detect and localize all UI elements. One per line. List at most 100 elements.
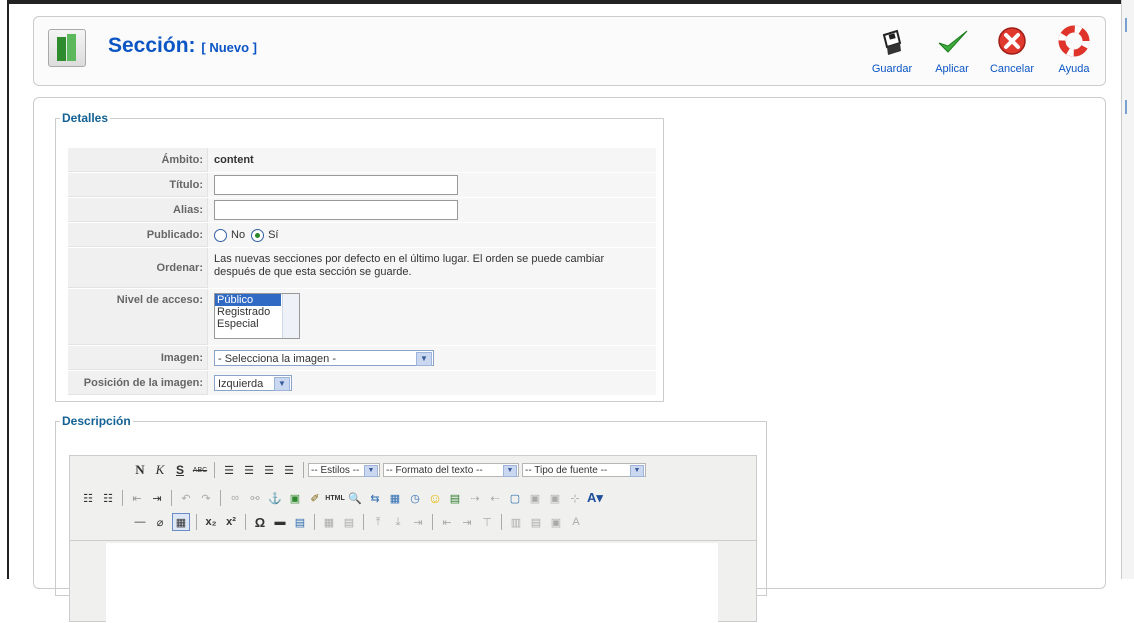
insert-row-before-icon[interactable]: ⤒ [370,514,386,530]
alias-row: Alias: [68,198,656,223]
font-family-select[interactable]: -- Tipo de fuente -- ▼ [522,463,646,477]
delete-col-icon[interactable]: ⊤ [479,514,495,530]
find-icon[interactable]: 🔍 [347,490,363,506]
save-icon [875,25,909,59]
outdent-icon[interactable]: ⇤ [129,490,145,506]
replace-icon[interactable]: ⇆ [367,490,383,506]
cancel-button[interactable]: Cancelar [984,25,1040,75]
superscript-icon[interactable]: x² [223,514,239,530]
insert-time-icon[interactable]: ◷ [407,490,423,506]
published-no-label: No [231,229,246,241]
split-cells-icon[interactable]: ▥ [508,514,524,530]
title-row: Título: [68,173,656,198]
alias-input[interactable] [214,200,458,220]
image-label: Imagen: [68,346,208,370]
insert-date-icon[interactable]: ▦ [387,490,403,506]
section-icon [48,29,86,67]
special-char-icon[interactable]: Ω [252,514,268,530]
published-label: Publicado: [68,223,208,247]
editor-content[interactable] [106,543,718,623]
merge-cells-icon[interactable]: ▤ [528,514,544,530]
underline-icon[interactable]: S [172,462,188,478]
help-icon [1057,25,1091,59]
undo-icon[interactable]: ↶ [178,490,194,506]
insert-col-before-icon[interactable]: ⇤ [439,514,455,530]
align-right-icon[interactable]: ☰ [261,462,277,478]
scope-row: Ámbito: content [68,148,656,173]
editor-area[interactable] [69,540,757,623]
rtl-icon[interactable]: ⇠ [487,490,503,506]
advanced-hr-icon[interactable]: ▬ [272,514,288,530]
cancel-icon [995,25,1029,59]
media-icon[interactable]: ▤ [447,490,463,506]
access-row: Nivel de acceso: Público Registrado Espe… [68,289,656,346]
text-color-icon[interactable]: A▾ [587,490,603,506]
help-button[interactable]: Ayuda [1046,25,1102,75]
remove-format-icon[interactable]: ⌀ [152,514,168,530]
access-option[interactable]: Público [215,294,281,306]
cleanup-icon[interactable]: ✐ [307,490,323,506]
published-yes-radio[interactable] [251,228,265,242]
numbered-list-icon[interactable]: ☷ [100,490,116,506]
apply-button[interactable]: Aplicar [924,25,980,75]
listbox-scrollbar[interactable] [282,294,299,338]
table-icon[interactable]: ▦ [321,514,337,530]
italic-icon[interactable]: K [152,462,168,478]
align-justify-icon[interactable]: ☰ [281,462,297,478]
subscript-icon[interactable]: x₂ [203,514,219,530]
unlink-icon[interactable]: ⚯ [247,490,263,506]
styles-select[interactable]: -- Estilos -- ▼ [308,463,380,477]
chevron-down-icon: ▼ [630,465,644,477]
insert-col-after-icon[interactable]: ⇥ [459,514,475,530]
align-left-icon[interactable]: ☰ [221,462,237,478]
alias-label: Alias: [68,198,208,222]
html-icon[interactable]: HTML [325,490,344,506]
bold-icon[interactable]: N [132,462,148,478]
absolute-icon[interactable]: ⊹ [567,490,583,506]
title-label: Título: [68,173,208,197]
anchor-icon[interactable]: ⚓ [267,490,283,506]
check-icon [935,25,969,59]
indent-icon[interactable]: ⇥ [149,490,165,506]
description-legend: Descripción [62,414,131,428]
published-no-radio[interactable] [214,228,227,242]
redo-icon[interactable]: ↷ [198,490,214,506]
chevron-down-icon: ▼ [274,377,290,391]
order-text-line-2: después de que esta sección se guarde. [214,266,412,278]
order-row: Ordenar: Las nuevas secciones por defect… [68,248,656,289]
image-select[interactable]: - Selecciona la imagen - ▼ [214,350,434,366]
ltr-icon[interactable]: ⇢ [467,490,483,506]
strikethrough-icon[interactable]: ABC [192,462,208,478]
align-center-icon[interactable]: ☰ [241,462,257,478]
emoticon-icon[interactable]: ☺ [427,490,443,506]
save-button[interactable]: Guardar [864,25,920,75]
fullscreen-icon[interactable]: ▣ [548,514,564,530]
layer-icon[interactable]: ▢ [507,490,523,506]
order-label: Ordenar: [68,248,208,288]
insert-row-after-icon[interactable]: ⤓ [390,514,406,530]
bullet-list-icon[interactable]: ☷ [80,490,96,506]
scroll-marker [1125,100,1127,114]
image-icon[interactable]: ▣ [287,490,303,506]
scrollbar[interactable] [1121,0,1134,579]
access-listbox[interactable]: Público Registrado Especial [214,293,300,339]
title-input[interactable] [214,175,458,195]
link-icon[interactable]: ∞ [227,490,243,506]
chevron-down-icon: ▼ [503,465,517,477]
horizontal-rule-icon[interactable]: — [132,514,148,530]
image-position-row: Posición de la imagen: Izquierda ▼ [68,371,656,396]
text-format-select[interactable]: -- Formato del texto -- ▼ [383,463,519,477]
chevron-down-icon: ▼ [364,465,378,477]
row-props-icon[interactable]: ▤ [341,514,357,530]
published-yes-label: Sí [268,229,279,241]
move-forward-icon[interactable]: ▣ [527,490,543,506]
image-position-select[interactable]: Izquierda ▼ [214,375,292,391]
delete-row-icon[interactable]: ⇥ [410,514,426,530]
window-frame-left [0,0,9,579]
style-props-icon[interactable]: A [568,514,584,530]
edit-image-icon[interactable]: ▤ [292,514,308,530]
page-subtitle: [ Nuevo ] [201,40,257,55]
visual-aid-icon[interactable]: ▦ [172,513,190,531]
access-label: Nivel de acceso: [68,289,208,345]
move-backward-icon[interactable]: ▣ [547,490,563,506]
